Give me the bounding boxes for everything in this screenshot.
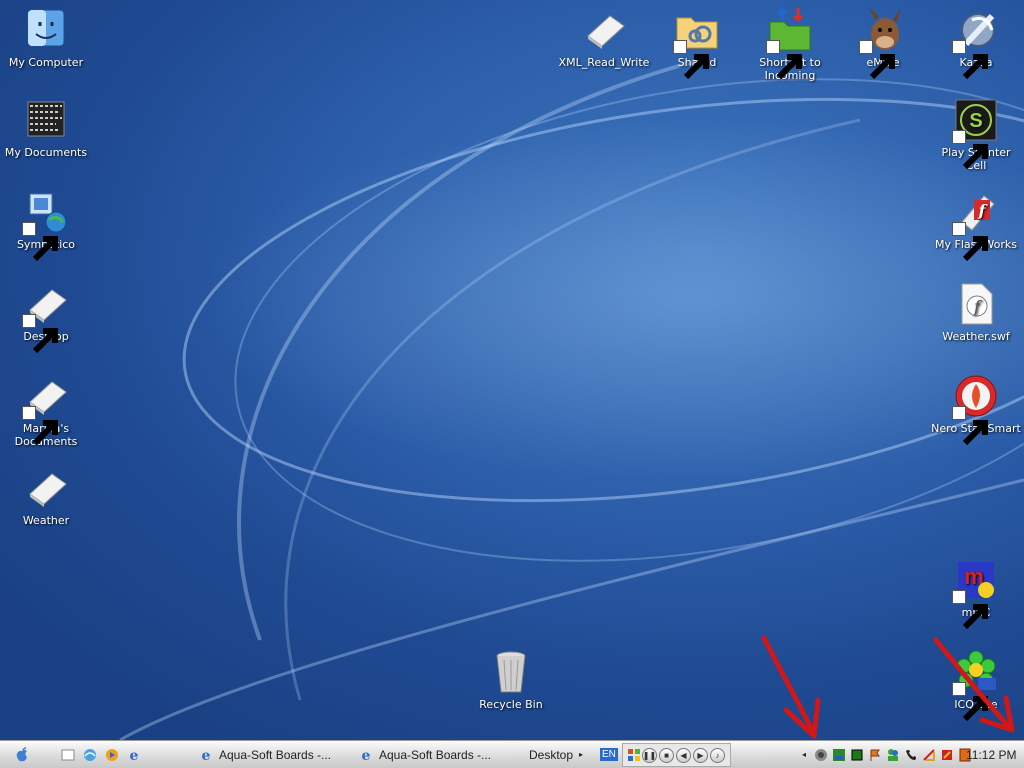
shortcut-arrow-icon [952, 130, 988, 170]
svg-text:e: e [130, 748, 139, 763]
icon-label: Recycle Bin [479, 698, 543, 711]
windows-logo-icon [628, 749, 640, 761]
icon-label: Weather [22, 514, 70, 527]
shortcut-arrow-icon [952, 682, 988, 722]
tool-icon[interactable] [940, 748, 954, 762]
shortcut-arrow-icon [952, 222, 988, 262]
sympatico-icon[interactable]: Sympatico [0, 188, 92, 262]
task-label: Aqua-Soft Boards -... [379, 747, 492, 762]
network-icon[interactable] [814, 748, 828, 762]
nero-startsmart-icon[interactable]: Nero StartSmart [930, 372, 1022, 446]
svg-text:e: e [202, 748, 211, 763]
taskbar: e e Aqua-Soft Boards -... e Aqua-Soft Bo… [0, 740, 1024, 768]
shortcut-arrow-icon [22, 314, 58, 354]
recycle-bin-icon[interactable]: Recycle Bin [465, 648, 557, 711]
msn-icon[interactable] [886, 748, 900, 762]
shortcut-arrow-icon [766, 40, 802, 80]
quick-launch: e [60, 741, 142, 768]
taskbar-task-2[interactable]: e Aqua-Soft Boards -... [358, 741, 506, 768]
language-indicator[interactable]: EN [600, 741, 618, 768]
my-computer-icon[interactable]: My Computer [0, 6, 92, 69]
shortcut-arrow-icon [673, 40, 709, 80]
weather-swf-icon[interactable]: f Weather.swf [930, 280, 1022, 343]
internet-explorer-icon: e [202, 748, 211, 763]
icon-label: My Documents [4, 146, 88, 159]
clock-time: 11:12 PM [966, 747, 1017, 762]
stop-button[interactable]: ■ [659, 747, 674, 763]
previous-button[interactable]: ◀ [676, 747, 691, 763]
tray-expand-button[interactable]: ◂ [802, 741, 806, 768]
internet-explorer-icon[interactable]: e [126, 747, 142, 763]
volume-button[interactable]: ♪ [710, 747, 725, 763]
apple-menu-button[interactable] [14, 741, 30, 768]
media-player-icon[interactable] [104, 747, 120, 763]
play-splinter-cell-icon[interactable]: S Play Splinter Cell [930, 96, 1022, 172]
xml-read-write-icon[interactable]: XML_Read_Write [558, 6, 650, 69]
flag-icon[interactable] [868, 748, 882, 762]
pause-button[interactable]: ❚❚ [642, 747, 657, 763]
desktop-toolbar-label: Desktop [529, 747, 574, 762]
clock[interactable]: 11:12 PM [966, 741, 1016, 768]
shortcut-arrow-icon [859, 40, 895, 80]
svg-text:e: e [362, 748, 371, 763]
svg-text:S: S [969, 110, 982, 132]
icon-label: XML_Read_Write [558, 56, 650, 69]
shortcut-to-incoming-icon[interactable]: Shortcut to Incoming [744, 6, 836, 82]
chevron-right-icon: ▸ [579, 750, 584, 759]
shortcut-arrow-icon [952, 406, 988, 446]
icon-label: My Computer [8, 56, 84, 69]
apple-icon [16, 746, 27, 761]
phone-icon[interactable] [904, 748, 918, 762]
task-label: Aqua-Soft Boards -... [219, 747, 332, 762]
shared-folder-icon[interactable]: Shared [651, 6, 743, 80]
weather-icon[interactable]: Weather [0, 464, 92, 527]
shortcut-arrow-icon [22, 222, 58, 262]
show-desktop-icon[interactable] [60, 747, 76, 763]
shortcut-arrow-icon [952, 590, 988, 630]
internet-explorer-icon: e [362, 748, 371, 763]
shortcut-arrow-icon [22, 406, 58, 446]
desktop-shortcut-icon[interactable]: Desktop [0, 280, 92, 354]
my-documents-icon[interactable]: My Documents [0, 96, 92, 159]
shortcut-arrow-icon [952, 40, 988, 80]
taskbar-task-1[interactable]: e Aqua-Soft Boards -... [198, 741, 346, 768]
next-button[interactable]: ▶ [693, 747, 708, 763]
marinas-documents-icon[interactable]: Marina's Documents [0, 372, 92, 448]
mirc-icon[interactable]: m mIRC [930, 556, 1022, 630]
browser-icon[interactable] [82, 747, 98, 763]
emule-icon[interactable]: eMule [837, 6, 929, 80]
wallpaper-swirl [119, 58, 1024, 740]
media-controls: ❚❚ ■ ◀ ▶ ♪ [622, 743, 731, 767]
wireless-icon[interactable] [922, 748, 936, 762]
green-square-icon[interactable] [850, 748, 864, 762]
icon-label: Weather.swf [942, 330, 1010, 343]
my-flashworks-icon[interactable]: f My FlashWorks [930, 188, 1022, 262]
icq-lite-icon[interactable]: ICQ Lite [930, 648, 1022, 722]
desktop-toolbar-button[interactable]: Desktop ▸ [529, 741, 583, 768]
lite-icon[interactable] [832, 748, 846, 762]
kazaa-icon[interactable]: Kazaa [930, 6, 1022, 80]
system-tray [814, 741, 976, 768]
